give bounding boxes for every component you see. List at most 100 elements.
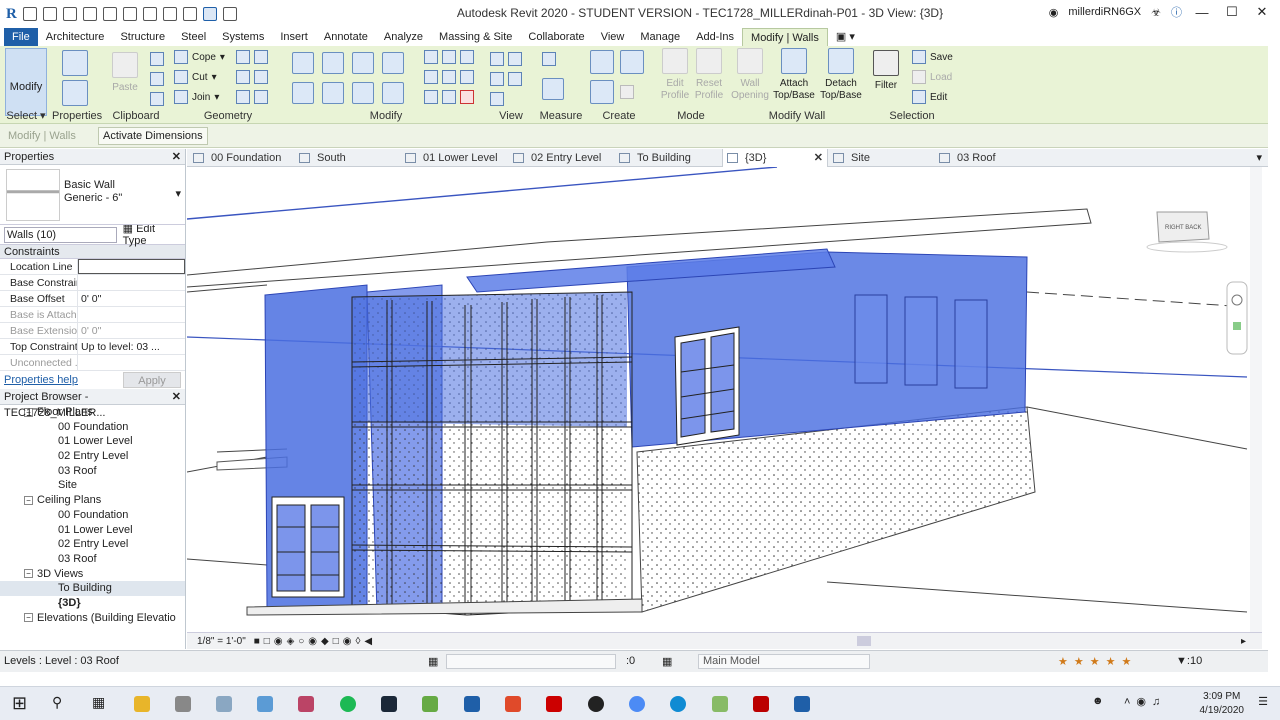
help-icon[interactable]: ⓘ: [1171, 4, 1182, 20]
paste-button[interactable]: Paste: [110, 52, 140, 94]
copy-element-icon[interactable]: [322, 82, 344, 104]
save-icon[interactable]: [42, 7, 57, 21]
cope-button[interactable]: Cope ▾: [174, 50, 225, 64]
property-value[interactable]: [78, 307, 185, 322]
tab-systems[interactable]: Systems: [214, 28, 272, 46]
browser-node[interactable]: 02 Entry Level: [0, 537, 185, 552]
move-icon[interactable]: [292, 82, 314, 104]
property-value[interactable]: [78, 355, 185, 370]
tab-massing-site[interactable]: Massing & Site: [431, 28, 520, 46]
app-icon[interactable]: [216, 696, 232, 712]
horizontal-scroll-thumb[interactable]: [857, 636, 871, 646]
browser-node[interactable]: 03 Roof: [0, 552, 185, 567]
split-face-icon[interactable]: [236, 50, 250, 64]
cut-clipboard-icon[interactable]: [150, 52, 164, 66]
browser-node[interactable]: − Elevations (Building Elevatio: [0, 611, 185, 626]
property-value[interactable]: [78, 259, 185, 274]
property-row[interactable]: Base Offset 0' 0": [0, 291, 185, 307]
split-gap-icon[interactable]: [442, 50, 456, 64]
measure-icon[interactable]: [142, 7, 157, 21]
windows-start-icon[interactable]: ⊞: [12, 693, 27, 714]
trim-single-icon[interactable]: [442, 70, 456, 84]
app3-icon[interactable]: [712, 696, 728, 712]
offset-icon[interactable]: [322, 52, 344, 74]
obs-icon[interactable]: [588, 696, 604, 712]
revit-logo[interactable]: R: [6, 6, 17, 23]
delete-icon[interactable]: [460, 90, 474, 104]
browser-node[interactable]: 00 Foundation: [0, 508, 185, 523]
array-icon[interactable]: [424, 70, 438, 84]
revit-taskbar-icon-2[interactable]: [794, 696, 810, 712]
browser-node[interactable]: −3D Views: [0, 567, 185, 582]
demolish-icon[interactable]: [236, 90, 250, 104]
browser-node[interactable]: 00 Foundation: [0, 420, 185, 435]
paint-app-icon[interactable]: [298, 696, 314, 712]
tab-steel[interactable]: Steel: [173, 28, 214, 46]
chevron-down-icon[interactable]: ▾: [175, 187, 181, 200]
filter-button[interactable]: Filter: [868, 50, 904, 92]
scale-icon[interactable]: [424, 90, 438, 104]
measure-between-icon[interactable]: [542, 52, 556, 66]
tab-view[interactable]: View: [593, 28, 633, 46]
app2-icon[interactable]: [505, 696, 521, 712]
view-tab-01-lower-level[interactable]: 01 Lower Level: [401, 149, 505, 167]
worksets-icon[interactable]: ▦: [428, 655, 438, 668]
tab-menu-icon[interactable]: ▾: [1256, 151, 1262, 164]
property-row[interactable]: Base Constraint: [0, 275, 185, 291]
align-icon[interactable]: [292, 52, 314, 74]
navigation-bar[interactable]: [1226, 281, 1248, 355]
property-value[interactable]: 0' 0": [78, 323, 185, 338]
calculator-icon[interactable]: [175, 696, 191, 712]
view-tab-site[interactable]: Site: [829, 149, 933, 167]
eraser-icon[interactable]: [490, 92, 504, 106]
ribbon-minimize-icon[interactable]: ▣ ▾: [828, 28, 863, 46]
join-button[interactable]: Join ▾: [174, 90, 219, 104]
acrobat-icon[interactable]: [753, 696, 769, 712]
create-parts-icon[interactable]: [620, 50, 644, 74]
property-value[interactable]: 0' 0": [78, 291, 185, 306]
tab-modify-walls[interactable]: Modify | Walls: [742, 28, 828, 46]
properties-button[interactable]: [62, 80, 88, 110]
tray-icons[interactable]: ˄◉♫: [1124, 695, 1166, 708]
paint-icon[interactable]: [254, 70, 268, 84]
3d-view-canvas[interactable]: RIGHT BACK: [187, 167, 1249, 632]
edit-selection-button[interactable]: Edit: [912, 90, 947, 104]
people-icon[interactable]: ☻: [1092, 695, 1104, 707]
chrome-icon[interactable]: [629, 696, 645, 712]
create-assembly-icon[interactable]: [590, 50, 614, 74]
apply-button[interactable]: Apply: [123, 372, 181, 388]
view-tab-02-entry-level[interactable]: 02 Entry Level: [509, 149, 613, 167]
properties-help-link[interactable]: Properties help: [4, 374, 78, 386]
bulb-icon[interactable]: [490, 52, 504, 66]
create-similar-icon[interactable]: [620, 85, 634, 99]
default-3d-view-icon[interactable]: [182, 7, 197, 21]
mirror-pick-axis-icon[interactable]: [352, 52, 374, 74]
collapse-toggle-icon[interactable]: −: [24, 495, 33, 505]
text-icon[interactable]: [162, 7, 177, 21]
print-icon[interactable]: [122, 7, 137, 21]
taskbar-clock[interactable]: 3:09 PM 4/19/2020: [1200, 690, 1245, 718]
join-roof-icon[interactable]: [254, 50, 268, 64]
close-window-button[interactable]: ✕: [1252, 4, 1272, 20]
maximize-button[interactable]: ☐: [1222, 4, 1242, 20]
redo-icon[interactable]: [102, 7, 117, 21]
design-options-icon[interactable]: ▦: [662, 655, 672, 668]
property-row[interactable]: Top Constraint Up to level: 03 ...: [0, 339, 185, 355]
tab-collaborate[interactable]: Collaborate: [520, 28, 592, 46]
model-dropdown[interactable]: Main Model: [698, 654, 870, 669]
search-icon[interactable]: ⚲: [52, 694, 62, 711]
pin-icon[interactable]: [460, 50, 474, 64]
panel-select-label[interactable]: Select ▾: [0, 109, 52, 122]
thin-lines-icon[interactable]: [202, 7, 217, 21]
property-row[interactable]: Base Extensio...0' 0": [0, 323, 185, 339]
brush-icon[interactable]: [490, 72, 504, 86]
tab-add-ins[interactable]: Add-Ins: [688, 28, 742, 46]
unpin-icon[interactable]: [460, 70, 474, 84]
wall-joins-icon[interactable]: [236, 70, 250, 84]
browser-node[interactable]: 01 Lower Level: [0, 434, 185, 449]
type-selector[interactable]: Basic Wall Generic - 6" ▾: [0, 165, 185, 225]
close-browser-icon[interactable]: ✕: [172, 389, 181, 405]
user-menu[interactable]: millerdiRN6GX: [1068, 6, 1141, 18]
autocad-icon[interactable]: [546, 696, 562, 712]
property-value[interactable]: Up to level: 03 ...: [78, 339, 185, 354]
